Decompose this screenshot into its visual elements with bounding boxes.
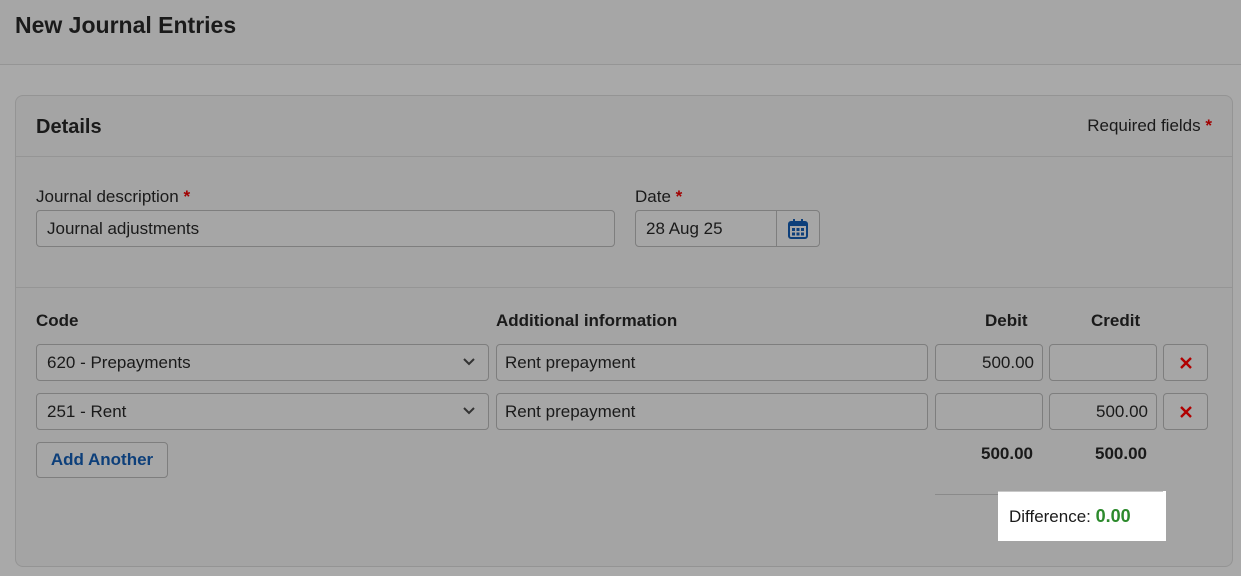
- card-title: Details: [36, 116, 102, 138]
- code-select-value: 251 - Rent: [47, 402, 127, 421]
- date-label: Date *: [635, 187, 682, 207]
- column-header-credit: Credit: [1091, 311, 1141, 330]
- delete-row-button[interactable]: [1163, 344, 1208, 381]
- credit-input[interactable]: 500.00: [1049, 393, 1157, 430]
- column-header-code: Code: [36, 311, 79, 330]
- additional-information-input[interactable]: Rent prepayment: [496, 344, 928, 381]
- column-header-debit: Debit: [985, 311, 1028, 330]
- calendar-button[interactable]: [776, 211, 819, 246]
- debit-input[interactable]: [935, 393, 1043, 430]
- close-icon: [1179, 356, 1192, 369]
- debit-input[interactable]: 500.00: [935, 344, 1043, 381]
- required-marker: *: [1205, 116, 1212, 135]
- page-title: New Journal Entries: [15, 12, 237, 38]
- required-marker: *: [675, 187, 683, 206]
- difference-label: Difference:: [1009, 507, 1091, 526]
- details-card: Details Required fields * Journal descri…: [15, 95, 1233, 567]
- additional-information-input[interactable]: Rent prepayment: [496, 393, 928, 430]
- code-select[interactable]: 620 - Prepayments: [36, 344, 489, 381]
- calendar-icon: [788, 218, 808, 239]
- card-header: Details Required fields *: [16, 96, 1232, 157]
- delete-row-button[interactable]: [1163, 393, 1208, 430]
- code-select-value: 620 - Prepayments: [47, 353, 191, 372]
- add-another-button[interactable]: Add Another: [36, 442, 168, 478]
- column-header-additional-information: Additional information: [496, 311, 678, 330]
- required-marker: *: [183, 187, 191, 206]
- required-fields-note: Required fields *: [1087, 116, 1212, 136]
- date-label-text: Date: [635, 187, 671, 206]
- difference-rule: [998, 491, 1163, 492]
- chevron-down-icon: [463, 358, 475, 366]
- total-credit: 500.00: [1095, 444, 1147, 463]
- close-icon: [1179, 405, 1192, 418]
- credit-input[interactable]: [1049, 344, 1157, 381]
- difference-value: 0.00: [1095, 506, 1131, 526]
- difference-box: Difference: 0.00: [998, 491, 1166, 541]
- date-input[interactable]: 28 Aug 25: [646, 211, 723, 246]
- chevron-down-icon: [463, 407, 475, 415]
- top-bar: New Journal Entries: [0, 0, 1241, 65]
- required-fields-label: Required fields: [1087, 116, 1201, 135]
- journal-description-input[interactable]: Journal adjustments: [36, 210, 615, 247]
- date-field[interactable]: 28 Aug 25: [635, 210, 820, 247]
- journal-description-label-text: Journal description: [36, 187, 179, 206]
- journal-description-label: Journal description *: [36, 187, 190, 207]
- code-select[interactable]: 251 - Rent: [36, 393, 489, 430]
- total-debit: 500.00: [981, 444, 1033, 463]
